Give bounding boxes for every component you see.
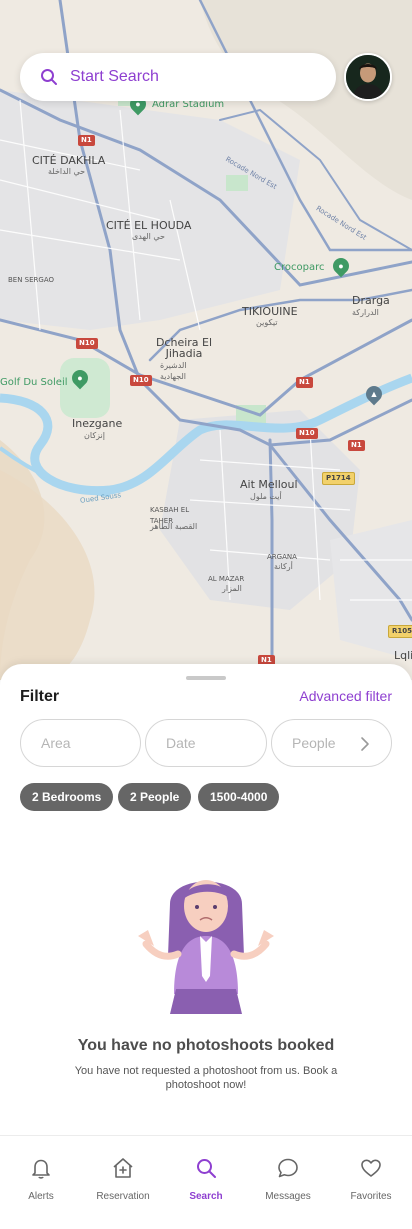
map-label-tikiouine: TIKIOUINE	[242, 305, 298, 318]
nav-item-reservation[interactable]: Reservation	[82, 1156, 164, 1204]
road-badge: N10	[130, 375, 152, 386]
map-view[interactable]: Adrar Stadium ● CITÉ DAKHLA حي الداخلة C…	[0, 0, 412, 680]
nav-label-reservation: Reservation	[96, 1191, 150, 1202]
map-label-ait-melloul: Ait Melloul	[240, 478, 298, 491]
people-placeholder: People	[292, 735, 336, 751]
map-label-al-mazar-ar: المزار	[222, 584, 242, 593]
empty-state-title: You have no photoshoots booked	[77, 1037, 335, 1054]
bottom-nav: Alerts Reservation Search Messages Favor…	[0, 1135, 412, 1229]
golf-pin-icon[interactable]: ●	[68, 366, 92, 390]
map-label-inezgane: Inezgane	[72, 417, 123, 430]
nav-label-alerts: Alerts	[28, 1191, 54, 1202]
profile-photo	[346, 55, 390, 99]
road-badge: N1	[78, 135, 95, 146]
shrug-girl-illustration	[138, 880, 274, 1014]
map-label-ben-sergao: BEN SERGAO	[8, 276, 55, 284]
chevron-right-icon	[361, 737, 369, 751]
map-label-dcheira-ar: الدشيرة الجهادية	[160, 361, 187, 381]
map-label-drarga: Drarga	[352, 294, 390, 307]
nav-item-messages[interactable]: Messages	[247, 1156, 329, 1204]
map-label-dcheira: Dcheira El Jihadia	[155, 336, 213, 360]
road-badge: N10	[76, 338, 98, 349]
filter-chip-people[interactable]: 2 People	[118, 783, 192, 811]
road-badge: P1714	[322, 472, 355, 485]
filter-chip-price[interactable]: 1500-4000	[198, 783, 280, 811]
nav-item-favorites[interactable]: Favorites	[330, 1156, 412, 1204]
date-placeholder: Date	[166, 735, 196, 751]
search-bar[interactable]: Start Search	[20, 53, 336, 101]
sheet-drag-handle[interactable]	[186, 676, 226, 680]
advanced-filter-link[interactable]: Advanced filter	[299, 688, 392, 704]
map-label-lqliaa: Lqli	[394, 649, 412, 662]
house-plus-icon	[113, 1158, 133, 1178]
bell-icon	[32, 1159, 50, 1179]
people-field[interactable]: People	[271, 719, 392, 767]
map-label-cite-el-houda: CITÉ EL HOUDA	[106, 219, 192, 232]
road-badge: N10	[296, 428, 318, 439]
filter-chip-bedrooms[interactable]: 2 Bedrooms	[20, 783, 114, 811]
map-label-cite-dakhla: CITÉ DAKHLA	[32, 154, 106, 167]
filter-title: Filter	[20, 688, 60, 705]
nav-item-search[interactable]: Search	[165, 1156, 247, 1204]
nav-label-messages: Messages	[265, 1191, 311, 1202]
map-label-cite-el-houda-ar: حي الهدى	[132, 232, 165, 241]
heart-icon	[361, 1159, 381, 1177]
search-icon	[197, 1159, 216, 1178]
search-icon	[41, 69, 57, 85]
road-badge: N1	[296, 377, 313, 388]
area-field[interactable]: Area	[20, 719, 141, 767]
map-label-drarga-ar: الدراركة	[352, 308, 379, 317]
map-label-argana-ar: أركانة	[274, 562, 293, 571]
map-label-cite-dakhla-ar: حي الداخلة	[48, 167, 86, 176]
avatar[interactable]	[344, 53, 392, 101]
map-label-golf: Golf Du Soleil	[0, 377, 68, 388]
nav-label-favorites: Favorites	[350, 1191, 392, 1202]
map-label-crocoparc: Crocoparc	[274, 262, 325, 273]
nav-label-search: Search	[189, 1191, 223, 1202]
chat-bubble-icon	[278, 1158, 298, 1178]
nav-item-alerts[interactable]: Alerts	[0, 1156, 82, 1204]
map-label-inezgane-ar: إنزكان	[84, 431, 105, 440]
road-badge: R105	[388, 625, 412, 638]
map-label-kasbah-ar: القصبة الطاهر	[150, 522, 198, 531]
park-pin-icon[interactable]: ●	[329, 254, 353, 278]
empty-state-subtitle: You have not requested a photoshoot from…	[74, 1065, 338, 1091]
date-field[interactable]: Date	[145, 719, 267, 767]
map-label-tikiouine-ar: تيكوين	[256, 318, 278, 327]
search-placeholder[interactable]: Start Search	[70, 68, 159, 86]
area-placeholder: Area	[41, 735, 71, 751]
road-badge: N1	[348, 440, 365, 451]
university-pin-icon[interactable]: ▲	[362, 382, 386, 406]
map-label-ait-melloul-ar: أيت ملول	[250, 492, 282, 501]
